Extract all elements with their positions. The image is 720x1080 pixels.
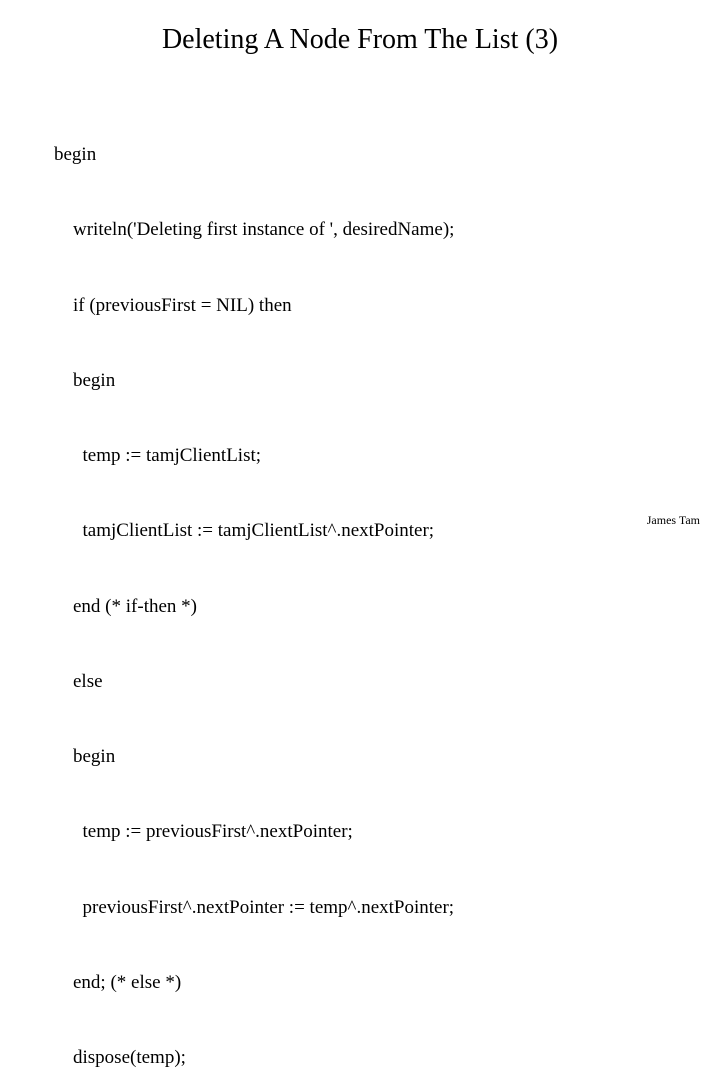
code-line: previousFirst^.nextPointer := temp^.next… xyxy=(54,895,454,920)
code-line: begin xyxy=(54,368,454,393)
code-line: end; (* else *) xyxy=(54,970,454,995)
code-line: begin xyxy=(54,142,454,167)
code-line: temp := tamjClientList; xyxy=(54,443,454,468)
code-block: begin writeln('Deleting first instance o… xyxy=(54,92,454,1080)
code-line: if (previousFirst = NIL) then xyxy=(54,293,454,318)
code-line: writeln('Deleting first instance of ', d… xyxy=(54,217,454,242)
footer-author: James Tam xyxy=(647,513,700,528)
slide-title: Deleting A Node From The List (3) xyxy=(0,24,720,56)
code-line: else xyxy=(54,669,454,694)
code-line: temp := previousFirst^.nextPointer; xyxy=(54,819,454,844)
code-line: end (* if-then *) xyxy=(54,594,454,619)
slide: Deleting A Node From The List (3) begin … xyxy=(0,0,720,540)
code-line: begin xyxy=(54,744,454,769)
code-line: dispose(temp); xyxy=(54,1045,454,1070)
